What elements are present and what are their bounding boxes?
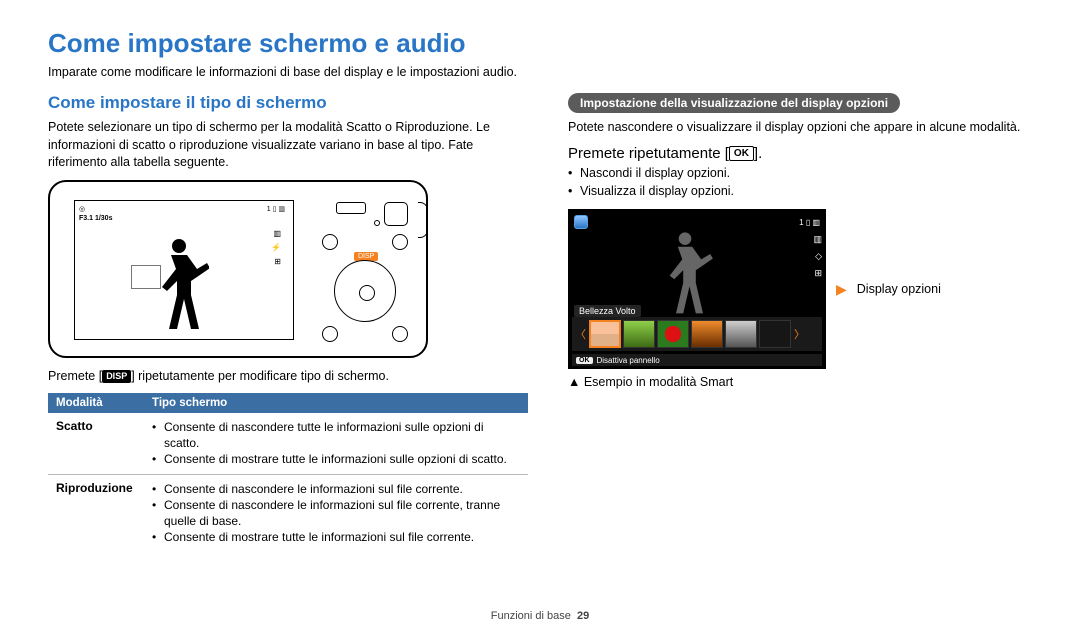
table-header-mode: Modalità	[48, 393, 144, 413]
modes-table: Modalità Tipo schermo Scatto Consente di…	[48, 393, 528, 551]
right-column: Impostazione della visualizzazione del d…	[568, 93, 1028, 551]
left-heading: Come impostare il tipo di schermo	[48, 93, 528, 113]
left-column: Come impostare il tipo di schermo Potete…	[48, 93, 528, 551]
press-disp-text: Premete [DISP] ripetutamente per modific…	[48, 368, 528, 386]
list-item: Consente di nascondere le informazioni s…	[152, 497, 520, 529]
strip-next-icon: 〉	[793, 326, 806, 342]
press-ok-text: Premete ripetutamente [OK].	[568, 145, 1028, 162]
page-title: Come impostare schermo e audio	[48, 28, 1032, 59]
table-row: Scatto Consente di nascondere tutte le i…	[48, 413, 528, 474]
option-thumb	[725, 320, 757, 348]
option-thumb	[691, 320, 723, 348]
example-note: ▲ Esempio in modalità Smart	[568, 375, 1028, 389]
smart-mode-screen: 1 ▯ ▥ ▥◇⊞ Bellezza Volto 〈 〉	[568, 209, 826, 369]
list-item: Consente di nascondere le informazioni s…	[152, 481, 520, 497]
left-paragraph: Potete selezionare un tipo di schermo pe…	[48, 119, 528, 172]
ok-chip-icon: OK	[576, 357, 593, 364]
option-thumb	[759, 320, 791, 348]
option-thumb	[623, 320, 655, 348]
camera-controls: DISP	[322, 202, 408, 342]
disp-chip-icon: DISP	[102, 370, 131, 383]
option-strip: 〈 〉	[572, 317, 822, 351]
table-mode-cell: Scatto	[48, 413, 144, 474]
battery-icon: 1 ▯ ▥	[799, 218, 820, 227]
option-thumb	[657, 320, 689, 348]
strip-prev-icon: 〈	[574, 326, 587, 342]
right-paragraph: Potete nascondere o visualizzare il disp…	[568, 119, 1028, 137]
smart-mode-icon	[574, 215, 588, 229]
table-row: Riproduzione Consente di nascondere le i…	[48, 474, 528, 551]
osd-side-icons: ▥◇⊞	[813, 231, 822, 282]
list-item: Consente di mostrare tutte le informazio…	[152, 529, 520, 545]
page-footer: Funzioni di base 29	[0, 610, 1080, 622]
list-item: Consente di mostrare tutte le informazio…	[152, 451, 520, 467]
camera-lcd: ◎ 1 ▯ ▥ F3.1 1/30s ▥⚡⊞	[74, 200, 294, 340]
list-item: Consente di nascondere tutte le informaz…	[152, 419, 520, 451]
dpad-icon	[334, 260, 396, 322]
subject-silhouette	[652, 227, 718, 317]
table-mode-cell: Riproduzione	[48, 474, 144, 551]
beauty-face-label: Bellezza Volto	[574, 305, 641, 317]
intro-text: Imparate come modificare le informazioni…	[48, 65, 1032, 79]
bottom-bar: OK Disattiva pannello	[572, 354, 822, 366]
osd-side-icons: ▥⚡⊞	[271, 227, 281, 270]
osd-exposure: F3.1 1/30s	[79, 215, 285, 222]
camera-rear-illustration: ◎ 1 ▯ ▥ F3.1 1/30s ▥⚡⊞ DISP	[48, 180, 428, 358]
option-thumb	[589, 320, 621, 348]
ok-chip-icon: OK	[729, 146, 754, 161]
battery-icon: 1 ▯ ▥	[267, 205, 285, 213]
list-item: Nascondi il display opzioni.	[568, 164, 1028, 183]
table-header-type: Tipo schermo	[144, 393, 528, 413]
right-pill-heading: Impostazione della visualizzazione del d…	[568, 93, 900, 113]
mode-icon: ◎	[79, 205, 85, 213]
display-options-label: Display opzioni	[857, 282, 941, 296]
list-item: Visualizza il display opzioni.	[568, 182, 1028, 201]
callout-arrow-icon: ▶	[836, 281, 847, 298]
subject-silhouette	[149, 233, 209, 333]
